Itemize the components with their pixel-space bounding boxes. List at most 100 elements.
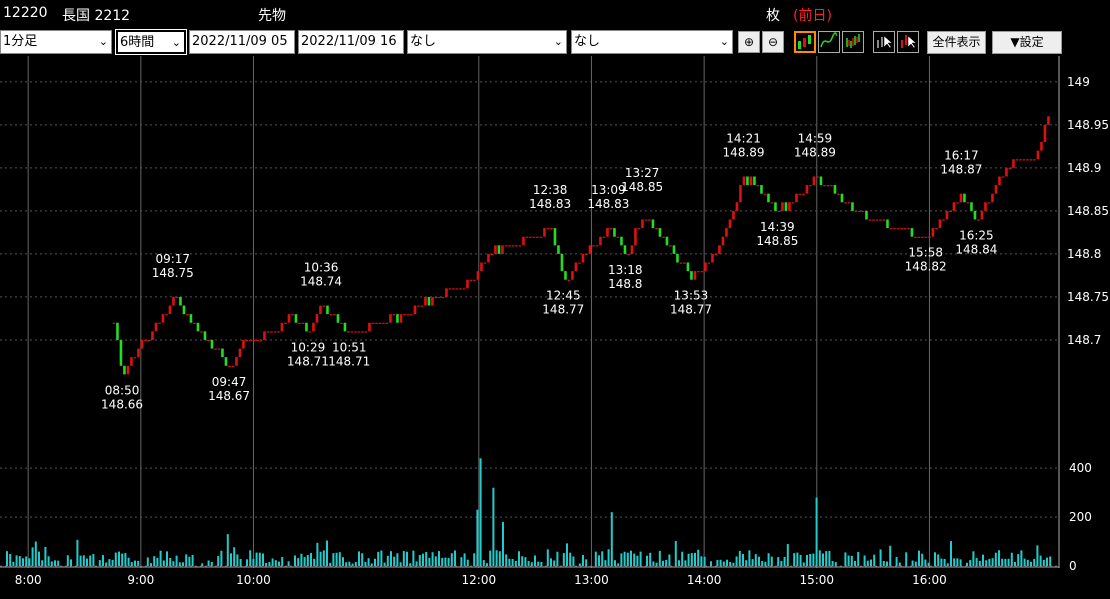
price-candle (959, 193, 963, 203)
price-candle (753, 176, 756, 186)
volume-bar (102, 555, 104, 566)
price-candle (721, 236, 725, 246)
price-candle (172, 296, 175, 306)
annotation-price: 148.8 (608, 277, 642, 291)
volume-bar (594, 551, 597, 566)
price-candle (623, 245, 627, 254)
volume-bar (812, 553, 815, 566)
price-candle (844, 202, 847, 204)
line-chart-icon (820, 32, 838, 48)
price-candle (770, 202, 774, 204)
chevron-down-icon: ⌄ (553, 35, 563, 48)
price-candle (280, 322, 284, 332)
price-candle (963, 193, 966, 203)
volume-bar (217, 555, 220, 566)
price-candle (651, 219, 655, 229)
price-candle (1040, 142, 1043, 151)
price-candle (371, 322, 375, 324)
price-candle (151, 331, 154, 340)
volume-bar (780, 560, 783, 566)
volume-bar (127, 557, 130, 566)
price-candle (588, 245, 592, 254)
volume-bar (626, 552, 629, 566)
volume-bar (924, 559, 927, 566)
volume-bar (12, 561, 15, 566)
from-date-input[interactable]: 2022/11/09 05 (189, 30, 295, 54)
price-candle (413, 305, 417, 315)
price-tick-label: 148.75 (1067, 290, 1109, 304)
volume-bar (700, 556, 703, 566)
show-all-button[interactable]: 全件表示 (927, 31, 986, 54)
price-candle (599, 236, 602, 246)
line-chart-button[interactable] (818, 31, 840, 53)
volume-bar (569, 552, 572, 566)
volume-bar (738, 550, 741, 566)
settings-button[interactable]: ▼設定 (992, 31, 1062, 54)
price-candle (116, 322, 119, 340)
zoom-out-button[interactable]: ⊖ (762, 31, 784, 53)
bar-chart-button[interactable] (842, 31, 864, 53)
volume-bar (978, 560, 981, 566)
to-date-input[interactable]: 2022/11/09 16 (298, 30, 404, 54)
volume-bar (380, 550, 383, 566)
price-candle (935, 228, 938, 230)
annotation-price: 148.75 (152, 266, 194, 280)
volume-bar (121, 553, 124, 566)
draw-tool-button[interactable] (897, 31, 919, 53)
price-candle (931, 228, 935, 237)
price-candle (480, 262, 483, 272)
price-candle (630, 245, 634, 254)
volume-bar (332, 553, 335, 566)
price-candle (364, 331, 368, 333)
volume-bar (620, 553, 623, 566)
price-candle (494, 245, 497, 254)
volume-bar (150, 563, 152, 566)
volume-bar (879, 549, 882, 566)
volume-bar (1036, 545, 1039, 566)
price-candle (319, 305, 322, 315)
volume-bar (527, 561, 530, 566)
volume-bar (754, 554, 757, 566)
price-candle (949, 210, 952, 213)
volume-bar (873, 554, 876, 566)
volume-bar (969, 560, 972, 566)
price-candle (242, 339, 245, 349)
price-candle (945, 210, 949, 220)
indicator2-select[interactable]: なし ⌄ (571, 30, 733, 54)
volume-bar (729, 561, 732, 566)
volume-bar (233, 547, 236, 566)
price-candle (298, 322, 301, 324)
volume-bar (111, 559, 114, 566)
volume-bar (697, 549, 700, 566)
volume-bar (188, 556, 191, 566)
annotation-time: 13:27 (625, 166, 660, 180)
price-chart[interactable]: 08:50148.6609:17148.7509:47148.6710:2914… (0, 56, 1110, 599)
price-candle (648, 219, 651, 221)
cursor-tool-button[interactable] (873, 31, 895, 53)
price-candle (658, 228, 662, 237)
interval-select[interactable]: 1分足 ⌄ (0, 30, 112, 54)
volume-bar (607, 549, 610, 566)
price-candle (315, 314, 319, 323)
volume-bar (623, 551, 626, 566)
price-candle (431, 296, 434, 306)
volume-bar (162, 560, 165, 566)
volume-bar (306, 554, 309, 566)
price-candle (252, 339, 256, 342)
price-candle (455, 288, 459, 290)
price-candle (308, 331, 312, 333)
indicator1-select[interactable]: なし ⌄ (407, 30, 567, 54)
volume-bar (806, 554, 808, 566)
volume-bar (383, 562, 386, 566)
price-candle (917, 236, 921, 238)
zoom-in-button[interactable]: ⊕ (738, 31, 760, 53)
price-candle (389, 314, 392, 323)
volume-bar (482, 560, 485, 566)
price-candle (613, 228, 616, 237)
price-candle (287, 314, 291, 323)
span-select[interactable]: 6時間 ⌄ (115, 29, 187, 55)
price-candle (396, 314, 399, 323)
price-candle (179, 296, 182, 306)
candlestick-chart-button[interactable] (794, 31, 816, 53)
price-candle (616, 236, 620, 238)
